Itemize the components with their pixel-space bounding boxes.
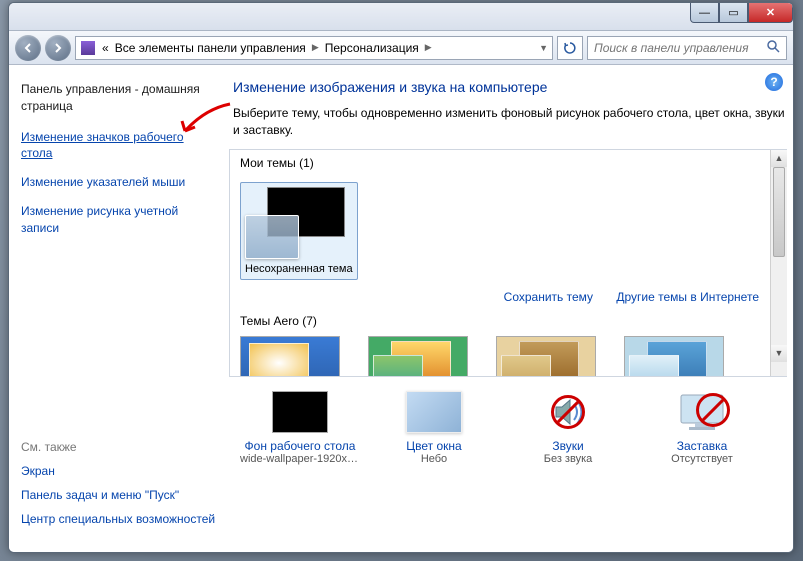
screensaver-icon	[674, 391, 730, 433]
window-color-setting[interactable]: Цвет окна Небо	[374, 391, 494, 465]
maximize-button[interactable]: ▭	[719, 3, 748, 23]
main-content: ? Изменение изображения и звука на компь…	[229, 65, 793, 552]
breadcrumb-prefix: «	[102, 41, 109, 55]
chevron-right-icon: ▶	[312, 42, 319, 53]
breadcrumb[interactable]: « Все элементы панели управления ▶ Персо…	[75, 36, 553, 60]
back-button[interactable]	[15, 35, 41, 61]
sidebar-link-ease-of-access[interactable]: Центр специальных возможностей	[21, 512, 217, 526]
search-icon[interactable]	[766, 39, 780, 56]
aero-theme-1[interactable]	[240, 336, 340, 377]
search-box[interactable]	[587, 36, 787, 60]
scroll-thumb[interactable]	[773, 167, 785, 257]
screensaver-setting[interactable]: Заставка Отсутствует	[642, 391, 762, 465]
refresh-button[interactable]	[557, 36, 583, 60]
sidebar-link-taskbar[interactable]: Панель задач и меню "Пуск"	[21, 488, 217, 502]
save-theme-link[interactable]: Сохранить тему	[504, 290, 593, 304]
scroll-up-button[interactable]: ▲	[771, 150, 787, 167]
control-panel-home-link[interactable]: Панель управления - домашняя страница	[21, 81, 217, 115]
page-title: Изменение изображения и звука на компьют…	[229, 79, 787, 95]
chevron-right-icon: ▶	[425, 42, 432, 53]
help-icon[interactable]: ?	[765, 73, 783, 91]
control-panel-icon	[80, 40, 96, 56]
theme-preview	[245, 187, 345, 259]
scroll-down-button[interactable]: ▼	[771, 345, 787, 362]
scrollbar[interactable]: ▲ ▼	[770, 150, 787, 376]
breadcrumb-item[interactable]: Все элементы панели управления	[115, 41, 306, 55]
speaker-icon	[540, 391, 596, 433]
chevron-down-icon[interactable]: ▼	[539, 43, 548, 53]
theme-label: Несохраненная тема	[245, 263, 353, 275]
see-also-label: См. также	[21, 440, 217, 454]
sidebar-link-mouse-pointers[interactable]: Изменение указателей мыши	[21, 174, 217, 191]
sidebar: Панель управления - домашняя страница Из…	[9, 65, 229, 552]
close-button[interactable]: ✕	[748, 3, 793, 23]
page-description: Выберите тему, чтобы одновременно измени…	[229, 105, 787, 139]
sidebar-link-display[interactable]: Экран	[21, 464, 217, 478]
online-themes-link[interactable]: Другие темы в Интернете	[616, 290, 759, 304]
forward-button[interactable]	[45, 35, 71, 61]
breadcrumb-item[interactable]: Персонализация	[325, 41, 419, 55]
sidebar-link-desktop-icons[interactable]: Изменение значков рабочего стола	[21, 129, 217, 163]
titlebar: — ▭ ✕	[9, 3, 793, 31]
theme-item-unsaved[interactable]: Несохраненная тема	[240, 182, 358, 280]
sidebar-link-account-picture[interactable]: Изменение рисунка учетной записи	[21, 203, 217, 237]
my-themes-header: Мои темы (1)	[230, 150, 787, 176]
search-input[interactable]	[594, 41, 766, 55]
minimize-button[interactable]: —	[690, 3, 719, 23]
sounds-setting[interactable]: Звуки Без звука	[508, 391, 628, 465]
wallpaper-icon	[272, 391, 328, 433]
aero-theme-2[interactable]	[368, 336, 468, 377]
aero-themes-header: Темы Aero (7)	[230, 308, 787, 334]
themes-panel: Мои темы (1) Несохраненная тема Сохранит…	[229, 149, 787, 377]
navbar: « Все элементы панели управления ▶ Персо…	[9, 31, 793, 65]
window-color-icon	[406, 391, 462, 433]
aero-theme-3[interactable]	[496, 336, 596, 377]
personalization-window: — ▭ ✕ « Все элементы панели управления ▶…	[8, 2, 794, 553]
settings-row: Фон рабочего стола wide-wallpaper-1920x1…	[229, 377, 787, 465]
aero-theme-4[interactable]	[624, 336, 724, 377]
desktop-background-setting[interactable]: Фон рабочего стола wide-wallpaper-1920x1…	[240, 391, 360, 465]
